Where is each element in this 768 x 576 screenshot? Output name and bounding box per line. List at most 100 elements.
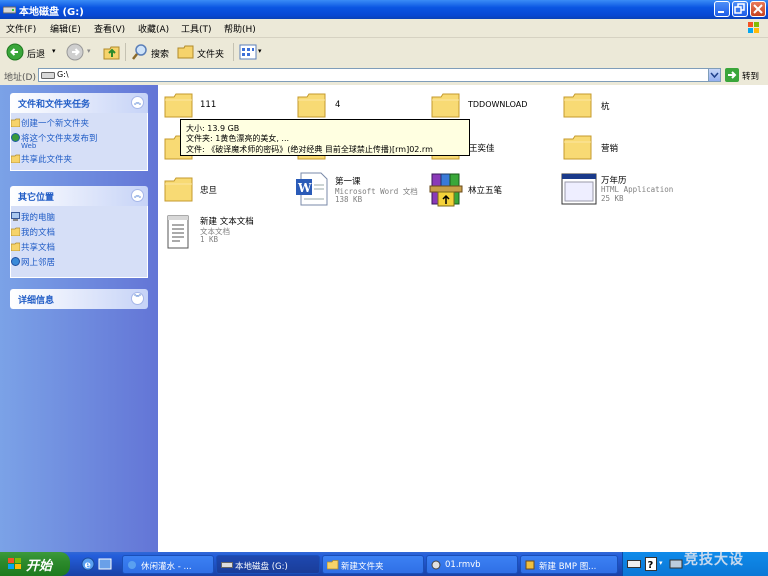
folder-icon [431,93,460,118]
collapse-chevron-icon[interactable]: ︽ [131,189,144,202]
other-places-panel-header[interactable]: 其它位置 ︽ [10,186,148,206]
folder-icon [164,177,193,202]
file-name: 杭 [601,102,610,112]
help-icon[interactable]: ? [645,557,657,571]
expand-chevron-icon[interactable]: ︾ [131,292,144,305]
text-document-icon [167,215,189,249]
winrar-archive-icon [429,173,463,207]
list-item-folder-111[interactable]: 111 [164,91,216,122]
back-button[interactable]: 后退 [27,47,45,60]
drive-icon [41,72,55,79]
shared-folder-icon [11,242,20,251]
list-item-folder-zhongdan[interactable]: 忠旦 [164,175,217,206]
other-places-title: 其它位置 [18,193,55,203]
ie-window-icon [128,561,136,569]
list-item-hta[interactable]: 万年历 HTML Application 25 KB [561,173,673,208]
start-button[interactable]: 开始 [0,552,70,576]
file-kind: HTML Application [601,185,674,194]
file-tasks-panel: 创建一个新文件夹 将这个文件夹发布到 Web 共享此文件夹 [10,113,148,171]
taskbar-task-forum[interactable]: 休闲灌水 - ... [122,555,214,574]
views-dropdown-icon[interactable]: ▾ [258,47,262,55]
menu-edit[interactable]: 编辑(E) [50,22,81,35]
list-item-archive[interactable]: 林立五笔 [428,170,502,211]
taskbar-task-label: 休闲灌水 - ... [141,562,192,572]
svg-text:?: ? [648,560,654,571]
drive-icon [221,562,233,568]
close-icon [753,4,763,14]
file-tasks-title: 文件和文件夹任务 [18,100,91,110]
folder-icon [563,135,592,160]
collapse-chevron-icon[interactable]: ︽ [131,96,144,109]
taskbar-task-paint[interactable]: 新建 BMP 图... [520,555,618,574]
list-item-word-doc[interactable]: W 第一课 Microsoft Word 文档 138 KB [295,171,418,210]
place-shared-documents[interactable]: 共享文档 [11,241,56,253]
place-my-documents[interactable]: 我的文档 [11,226,55,238]
chevron-down-icon [710,72,719,79]
back-dropdown-icon[interactable]: ▾ [52,47,56,55]
place-my-computer-label: 我的电脑 [21,213,56,223]
watermark-logo: 竞技大设 [684,552,744,568]
tray-expand-icon[interactable]: ▾ [659,559,663,567]
menu-view[interactable]: 查看(V) [94,22,125,35]
network-status-icon[interactable] [669,557,683,571]
folders-button[interactable]: 文件夹 [197,47,224,60]
folder-info-tooltip: 大小: 13.9 GB 文件夹: 1黄色漂亮的美女, ... 文件: 《破译魔术… [180,119,470,156]
list-item-folder-marketing[interactable]: 营销 [563,133,618,164]
folder-icon [164,93,193,118]
menu-favorites[interactable]: 收藏(A) [138,22,169,35]
task-share-folder[interactable]: 共享此文件夹 [11,153,72,165]
address-dropdown-button[interactable] [708,68,721,82]
toolbar-separator [233,43,234,61]
details-panel-header[interactable]: 详细信息 ︾ [10,289,148,309]
place-my-computer[interactable]: 我的电脑 [11,211,56,223]
new-folder-icon [11,118,20,127]
toolbar: 后退 ▾ ▾ 搜索 文件夹 ▾ [0,38,768,67]
list-item-text-file[interactable]: 新建 文本文档 文本文档 1 KB [166,214,254,253]
tooltip-files: 文件: 《破译魔术师的密码》(绝对经典 目前全球禁止传播)[rm]02.rm [186,145,433,154]
taskbar-task-local-disk[interactable]: 本地磁盘 (G:) [216,555,320,574]
place-network-label: 网上邻居 [21,258,56,268]
address-input[interactable]: G:\ [38,68,721,82]
taskbar-task-rmvb[interactable]: 01.rmvb [426,555,518,574]
other-places-panel: 我的电脑 我的文档 共享文档 网上邻居 [10,206,148,278]
back-arrow-icon[interactable] [6,43,24,61]
close-button[interactable] [750,1,766,17]
go-label: 转到 [742,72,760,82]
menu-file[interactable]: 文件(F) [6,22,36,35]
go-arrow-icon [725,68,739,82]
ie-icon[interactable]: e [81,557,95,571]
taskbar-task-label: 01.rmvb [445,560,481,570]
share-folder-icon [11,154,20,163]
file-tasks-panel-header[interactable]: 文件和文件夹任务 ︽ [10,93,148,113]
up-folder-icon[interactable] [103,43,121,61]
show-desktop-icon[interactable] [98,557,112,571]
menu-tools[interactable]: 工具(T) [181,22,212,35]
minimize-button[interactable] [714,1,730,17]
maximize-button[interactable] [732,1,748,17]
keyboard-icon[interactable] [627,558,641,570]
taskbar-task-new-folder[interactable]: 新建文件夹 [322,555,424,574]
search-icon[interactable] [131,43,149,61]
title-bar[interactable]: 本地磁盘 (G:) [0,0,768,19]
file-name: 4 [335,100,341,110]
place-network[interactable]: 网上邻居 [11,256,56,268]
forward-dropdown-icon[interactable]: ▾ [87,47,91,55]
list-item-folder-tddownload[interactable]: TDDOWNLOAD [431,91,527,122]
list-item-folder-4[interactable]: 4 [297,91,340,122]
place-shared-documents-label: 共享文档 [21,243,56,253]
list-item-folder-hang[interactable]: 杭 [563,91,610,122]
go-button[interactable]: 转到 [725,68,765,82]
windows-flag-icon [8,558,21,569]
media-player-icon [431,560,441,570]
menu-help[interactable]: 帮助(H) [224,22,256,35]
address-label: 地址(D) [4,73,36,83]
forward-arrow-icon[interactable] [66,43,84,61]
folders-icon[interactable] [177,43,195,61]
svg-text:W: W [297,181,312,195]
file-name: 王奕佳 [469,144,495,154]
task-publish-web-line2[interactable]: Web [21,142,36,150]
views-icon[interactable] [239,44,257,60]
folder-icon [297,93,326,118]
task-new-folder[interactable]: 创建一个新文件夹 [11,117,89,129]
search-button[interactable]: 搜索 [151,47,169,60]
